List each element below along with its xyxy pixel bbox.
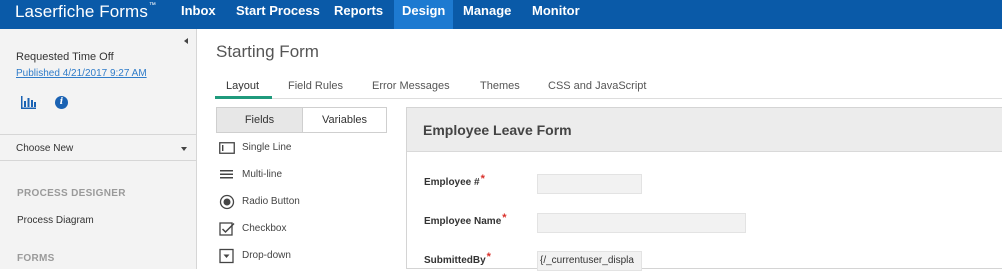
required-asterisk: * [502, 212, 507, 224]
radio-button-icon [219, 194, 235, 210]
palette-label: Radio Button [242, 196, 300, 207]
palette-label: Single Line [242, 142, 292, 153]
required-asterisk: * [480, 173, 485, 185]
form-header[interactable]: Employee Leave Form [407, 108, 1002, 152]
trademark-mark: ™ [148, 2, 157, 10]
palette-multi-line[interactable]: Multi-line [219, 167, 389, 187]
nav-inbox[interactable]: Inbox [173, 0, 224, 29]
info-icon[interactable]: i [55, 96, 68, 109]
palette-label: Multi-line [242, 169, 283, 180]
form-title: Employee Leave Form [423, 122, 572, 138]
bar-chart-icon[interactable] [20, 96, 37, 109]
tab-field-rules[interactable]: Field Rules [288, 80, 343, 92]
field-label-text: Employee # [424, 177, 480, 188]
active-tab-indicator [215, 96, 272, 99]
employee-number-field[interactable] [537, 174, 642, 194]
field-label-submitted-by[interactable]: SubmittedBy* [424, 251, 491, 266]
dropdown-icon [219, 248, 234, 264]
top-nav-bar: Laserfiche Forms™ Inbox Start Process Re… [0, 0, 1002, 29]
field-label-employee-number[interactable]: Employee #* [424, 173, 485, 188]
tab-error-messages[interactable]: Error Messages [372, 80, 450, 92]
palette-single-line[interactable]: Single Line [219, 140, 389, 160]
tab-layout[interactable]: Layout [226, 80, 259, 92]
field-label-text: Employee Name [424, 216, 502, 227]
employee-name-field[interactable] [537, 213, 746, 233]
palette-dropdown[interactable]: Drop-down [219, 248, 389, 268]
collapse-sidebar-icon[interactable] [184, 38, 188, 44]
published-link[interactable]: Published 4/21/2017 9:27 AM [16, 68, 147, 79]
nav-start-process[interactable]: Start Process [228, 0, 328, 29]
multi-line-icon [220, 170, 233, 179]
brand-name: Laserfiche Forms [15, 2, 148, 21]
submitted-by-field[interactable]: {/_currentuser_displa [537, 251, 642, 271]
nav-manage[interactable]: Manage [455, 0, 519, 29]
palette-label: Checkbox [242, 223, 287, 234]
app-brand[interactable]: Laserfiche Forms™ [15, 2, 156, 22]
variables-toggle-button[interactable]: Variables [302, 107, 387, 133]
palette-label: Drop-down [242, 250, 291, 261]
process-designer-heading: PROCESS DESIGNER [17, 188, 126, 199]
nav-monitor[interactable]: Monitor [524, 0, 588, 29]
sidebar-divider [0, 134, 197, 135]
field-label-employee-name[interactable]: Employee Name* [424, 212, 507, 227]
checkbox-icon [219, 222, 235, 236]
process-diagram-link[interactable]: Process Diagram [17, 215, 94, 226]
forms-heading: FORMS [17, 253, 55, 264]
chevron-down-icon[interactable] [181, 147, 187, 151]
palette-radio-button[interactable]: Radio Button [219, 194, 389, 214]
fields-toggle-button[interactable]: Fields [216, 107, 303, 133]
tab-themes[interactable]: Themes [480, 80, 520, 92]
nav-reports[interactable]: Reports [326, 0, 391, 29]
field-label-text: SubmittedBy [424, 255, 486, 266]
tab-css-and-javascript[interactable]: CSS and JavaScript [548, 80, 646, 92]
nav-design[interactable]: Design [394, 0, 454, 29]
single-line-icon [219, 142, 235, 154]
process-title: Requested Time Off [16, 51, 114, 63]
choose-new-dropdown[interactable]: Choose New [16, 143, 73, 154]
required-asterisk: * [486, 251, 491, 263]
page-title: Starting Form [216, 42, 319, 61]
tabs-divider [215, 98, 1002, 99]
palette-checkbox[interactable]: Checkbox [219, 221, 389, 241]
form-canvas: Employee Leave Form Employee #* Employee… [406, 107, 1002, 271]
sidebar-divider [0, 160, 197, 161]
